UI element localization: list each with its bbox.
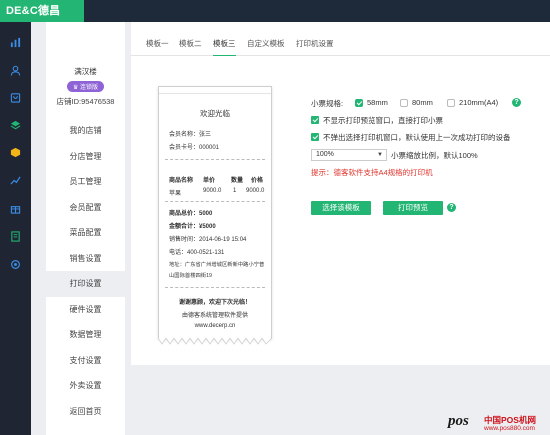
menu-item-hardware[interactable]: 硬件设置 [46,297,125,323]
receipt-zigzag-edge [158,338,272,345]
store-id: 店铺ID:95476538 [56,97,115,106]
receipt-divider [165,287,265,288]
edition-label: 连锁版 [80,85,99,91]
tab-template-2[interactable]: 模板二 [179,38,202,56]
receipt-address: 地址：广东省广州增城区新新中路小宁普 [169,262,265,268]
receipt-col-qty: 数量 [231,178,244,184]
gift-icon[interactable] [0,196,31,220]
receipt-col-total: 价格 [251,178,264,184]
paper-58mm-radio[interactable] [355,99,363,107]
user-icon[interactable] [0,58,31,82]
skip-preview-checkbox[interactable] [311,116,319,124]
box-icon[interactable] [0,140,31,164]
menu-item-branch[interactable]: 分店管理 [46,144,125,170]
menu-item-my-store[interactable]: 我的店铺 [46,118,125,144]
crown-icon: ♛ [72,85,79,91]
skip-preview-label[interactable]: 不显示打印预览窗口，直接打印小票 [323,115,443,126]
doc-icon[interactable] [0,224,31,248]
receipt-top-strip [159,87,271,94]
paper-a4-radio[interactable] [447,99,455,107]
receipt-amount-total: 金额合计：¥5000 [169,224,216,230]
brand-logo[interactable]: DE&C德昌 [0,0,84,22]
receipt-sale-time: 销售时间：2014-06-19 15:04 [169,237,247,243]
paper-size-label: 小票规格: [311,99,344,108]
tab-custom-template[interactable]: 自定义模板 [247,38,285,56]
receipt-preview: 欢迎光临 会员名称：张三 会员卡号：000001 商品名称 单价 数量 价格 苹… [158,86,272,345]
menu-item-payment[interactable]: 支付设置 [46,348,125,374]
tab-printer-settings[interactable]: 打印机设置 [296,38,334,56]
settings-submenu: 满汉楼 ♛ 连锁版 店铺ID:95476538 我的店铺 分店管理 员工管理 会… [46,22,125,435]
select-template-button[interactable]: 选择该模板 [311,201,371,215]
receipt-item-name: 苹果 [169,191,182,197]
paper-a4-label[interactable]: 210mm(A4) [459,98,498,107]
receipt-item-total: 9000.0 [246,188,265,194]
skip-printer-select-checkbox[interactable] [311,133,319,141]
chevron-down-icon: ▼ [377,152,383,158]
store-name: 满汉楼 [74,67,97,76]
paper-help-icon[interactable]: ? [512,98,521,107]
store-profile: 满汉楼 ♛ 连锁版 店铺ID:95476538 [46,22,125,118]
trend-icon[interactable] [0,168,31,192]
zoom-label: 小票缩放比例，默认100% [391,151,478,160]
main-panel: 模板一 模板二 模板三 自定义模板 打印机设置 欢迎光临 会员名称：张三 会员卡… [131,22,550,365]
tab-template-3[interactable]: 模板三 [213,38,236,56]
receipt-thanks: 谢谢惠顾，欢迎下次光临！ [178,300,251,306]
template-tabs: 模板一 模板二 模板三 自定义模板 打印机设置 [131,38,550,56]
receipt-col-name: 商品名称 [169,178,194,184]
zoom-select-value: 100% [316,151,334,158]
menu-item-home[interactable]: 返回首页 [46,399,125,425]
side-menu: 我的店铺 分店管理 员工管理 会员配置 菜品配置 销售设置 打印设置 硬件设置 … [46,118,125,424]
receipt-divider [165,159,265,160]
icon-rail [0,22,31,435]
watermark-pos-logo: pos [448,413,469,429]
menu-item-sales[interactable]: 销售设置 [46,246,125,272]
settings-icon[interactable] [0,252,31,276]
paper-80mm-radio[interactable] [400,99,408,107]
print-help-icon[interactable]: ? [447,203,456,212]
paper-80mm-label[interactable]: 80mm [412,98,433,107]
receipt-phone: 电话：400-0521-131 [169,250,225,256]
print-preview-button[interactable]: 打印预览 [383,201,443,215]
receipt-divider [165,201,265,202]
menu-item-print[interactable]: 打印设置 [46,271,125,297]
edition-badge: ♛ 连锁版 [66,81,105,92]
receipt-member-name: 会员名称：张三 [169,132,212,138]
menu-item-takeout[interactable]: 外卖设置 [46,373,125,399]
receipt-item-qty: 1 [233,188,237,194]
a4-tip-text: 提示：德客软件支持A4规格的打印机 [311,168,433,177]
top-bar: DE&C德昌 [0,0,550,22]
zoom-select[interactable]: 100% ▼ [311,149,387,161]
menu-item-data[interactable]: 数据管理 [46,322,125,348]
receipt-website: www.decerp.cn [194,323,236,329]
skip-printer-select-label[interactable]: 不弹出选择打印机窗口，默认使用上一次成功打印的设备 [323,132,511,143]
receipt-title: 欢迎光临 [200,109,230,118]
watermark: pos 中国POS机网 www.pos880.com [448,413,550,435]
receipt-provider: 由德客系统管理软件提供 [181,313,248,319]
menu-item-staff[interactable]: 员工管理 [46,169,125,195]
receipt-address-cont: 山国际首楼四街19 [169,273,212,279]
receipt-item-price: 9000.0 [203,188,222,194]
chart-icon[interactable] [0,30,31,54]
paper-58mm-label[interactable]: 58mm [367,98,388,107]
watermark-url: www.pos880.com [484,425,535,432]
receipt-goods-total: 商品总价：5000 [169,211,213,217]
bag-icon[interactable] [0,85,31,109]
layers-icon[interactable] [0,113,31,137]
menu-item-member[interactable]: 会员配置 [46,195,125,221]
tab-template-1[interactable]: 模板一 [146,38,169,56]
receipt-member-card: 会员卡号：000001 [169,145,220,151]
menu-item-dish[interactable]: 菜品配置 [46,220,125,246]
receipt-col-price: 单价 [203,178,216,184]
